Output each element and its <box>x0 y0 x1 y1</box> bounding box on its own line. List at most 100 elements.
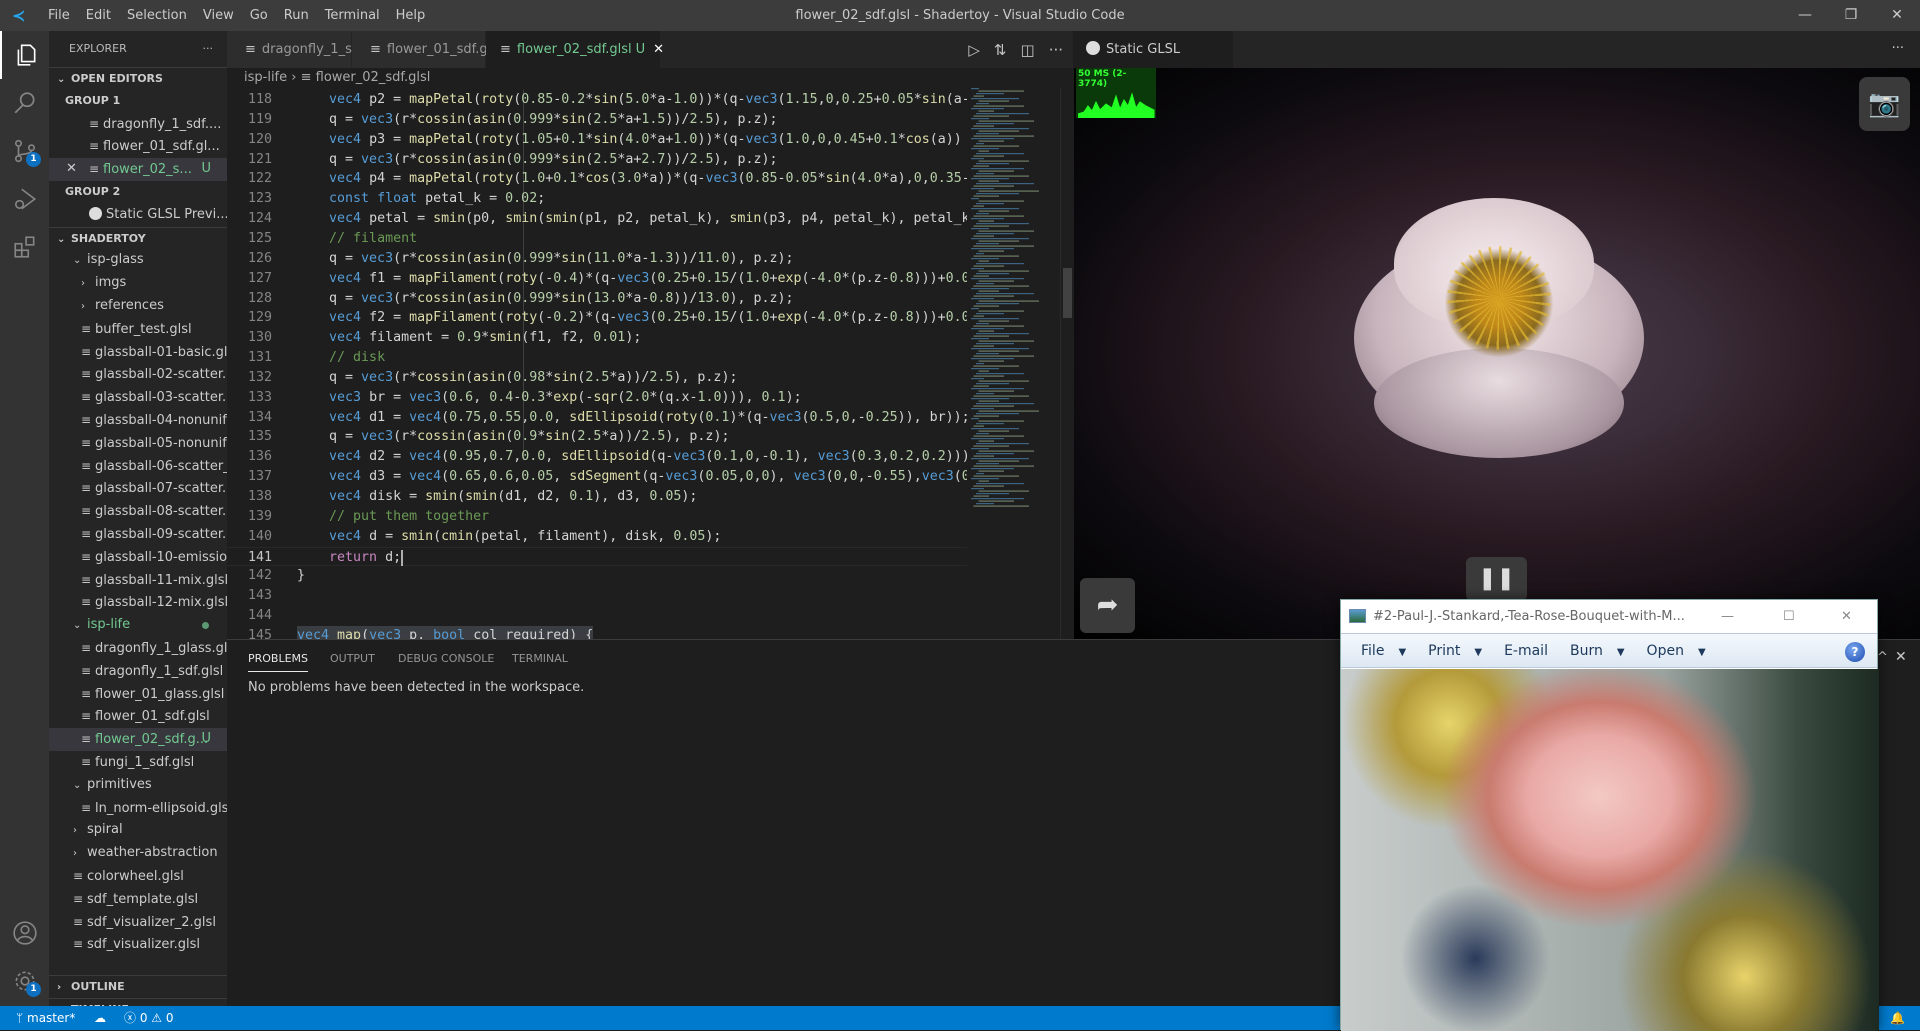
photo-maximize-button[interactable]: ☐ <box>1783 600 1795 633</box>
source-control-icon[interactable]: 1 <box>0 127 49 175</box>
menu-go[interactable]: Go <box>242 8 276 23</box>
breadcrumb-file[interactable]: flower_02_sdf.glsl <box>316 70 431 85</box>
close-tab-icon[interactable]: ✕ <box>653 42 664 57</box>
tab-dragonfly-1-sdf-glsl[interactable]: ≡ dragonfly_1_sdf.glsl <box>227 31 390 68</box>
tree-item[interactable]: ≡ flower_01_sdf.glsl <box>49 705 227 728</box>
tree-item[interactable]: ≡ glassball-05-nonunif... <box>49 432 227 455</box>
menu-run[interactable]: Run <box>276 8 317 23</box>
tree-item[interactable]: ≡ ln_norm-ellipsoid.glsl <box>49 797 227 820</box>
tree-item[interactable]: ≡ flower_01_sdf.gl... <box>49 135 227 158</box>
more-actions-icon[interactable]: ··· <box>1049 41 1063 59</box>
tree-item[interactable]: › OUTLINE <box>49 975 227 998</box>
tree-item[interactable]: ≡glassball-06-scatter_... <box>49 455 227 478</box>
tree-item[interactable]: ≡ dragonfly_1_sdf.glsl <box>49 660 227 683</box>
tree-item[interactable]: ≡ dragonfly_1_sdf.... <box>49 113 227 136</box>
menu-help[interactable]: Help <box>388 8 434 23</box>
tree-item[interactable]: ›TIMELINE <box>49 998 227 1006</box>
tab-flower-01-sdf-glsl[interactable]: ≡ flower_01_sdf.glsl <box>352 31 502 68</box>
search-icon[interactable] <box>0 79 49 127</box>
tree-item[interactable]: ≡ glassball-09-scatter.... <box>49 523 227 546</box>
tree-item[interactable]: ⌄ isp-glass <box>49 249 227 272</box>
preview-more-button[interactable]: ··· <box>1892 41 1904 56</box>
panel-tab-output[interactable]: OUTPUT <box>330 652 375 665</box>
photo-toolbar-email[interactable]: E-mail <box>1504 643 1548 659</box>
help-icon[interactable]: ? <box>1845 642 1865 662</box>
tree-item[interactable]: ≡ glassball-08-scatter.... <box>49 500 227 523</box>
tree-item[interactable]: › references <box>49 295 227 318</box>
notifications-bell-icon[interactable]: 🔔 <box>1890 1006 1905 1030</box>
code-editor[interactable]: 118 vec4 p2 = mapPetal(roty(0.85-0.2*sin… <box>227 90 967 639</box>
sync-cloud-icon[interactable]: ☁ <box>94 1006 106 1030</box>
tree-item[interactable]: ≡ sdf_template.glsl <box>49 888 227 911</box>
settings-gear-icon[interactable]: 1 <box>0 957 49 1005</box>
tree-item[interactable]: ≡ dragonfly_1_glass.glsl <box>49 637 227 660</box>
share-button[interactable]: ➦ <box>1080 578 1135 633</box>
photo-toolbar-open[interactable]: Open ▼ <box>1647 643 1706 659</box>
photo-toolbar-file[interactable]: File ▼ <box>1361 643 1406 659</box>
tree-item[interactable]: ⌄ isp-life <box>49 614 227 637</box>
editor-scrollbar[interactable] <box>1060 88 1073 639</box>
menu-selection[interactable]: Selection <box>119 8 195 23</box>
panel-tab-problems[interactable]: PROBLEMS <box>248 652 309 672</box>
tree-item[interactable]: ≡ glassball-07-scatter.... <box>49 477 227 500</box>
tree-item[interactable]: ≡ glassball-02-scatter.... <box>49 363 227 386</box>
tree-item[interactable]: › imgs <box>49 272 227 295</box>
run-debug-icon[interactable] <box>0 175 49 223</box>
menu-edit[interactable]: Edit <box>78 8 119 23</box>
tree-item[interactable]: ≡ glassball-12-mix.glsl <box>49 591 227 614</box>
problems-status[interactable]: ⓧ 0 ⚠ 0 <box>124 1006 174 1030</box>
minimap-line <box>973 455 994 457</box>
tree-item[interactable]: ⌄ OPEN EDITORS <box>49 67 227 90</box>
panel-tab-debug-console[interactable]: DEBUG CONSOLE <box>398 652 494 665</box>
tree-item[interactable]: Static GLSL Previ... <box>49 204 227 227</box>
minimap[interactable] <box>967 88 1067 639</box>
photo-toolbar-print[interactable]: Print ▼ <box>1428 643 1482 659</box>
split-editor-icon[interactable]: ◫ <box>1021 41 1035 59</box>
menu-terminal[interactable]: Terminal <box>317 8 388 23</box>
panel-tab-terminal[interactable]: TERMINAL <box>512 652 568 665</box>
tree-item[interactable]: ≡ colorwheel.glsl <box>49 865 227 888</box>
tree-item[interactable]: ≡ fungi_1_sdf.glsl <box>49 751 227 774</box>
open-changes-icon[interactable]: ⇅ <box>994 41 1007 59</box>
extensions-icon[interactable] <box>0 223 49 271</box>
menu-view[interactable]: View <box>195 8 242 23</box>
restore-button[interactable]: ❐ <box>1828 0 1874 31</box>
breadcrumb-folder[interactable]: isp-life <box>244 70 287 85</box>
tree-item[interactable]: ⌄ primitives <box>49 774 227 797</box>
photo-close-button[interactable]: ✕ <box>1841 600 1852 633</box>
tree-item[interactable]: › spiral <box>49 819 227 842</box>
tree-item[interactable]: GROUP 2 <box>49 181 227 204</box>
tab-flower-02-sdf-glsl[interactable]: ≡ flower_02_sdf.glsl U ✕ <box>486 31 664 68</box>
accounts-icon[interactable] <box>0 909 49 957</box>
tree-item[interactable]: ≡ flower_02_sdf.g... U <box>49 728 227 751</box>
minimize-button[interactable]: — <box>1782 0 1828 31</box>
menu-file[interactable]: File <box>40 8 78 23</box>
tree-item[interactable]: ≡ glassball-10-emissio... <box>49 546 227 569</box>
screenshot-camera-button[interactable]: 📷 <box>1859 77 1910 131</box>
tree-item[interactable]: ≡ glassball-04-nonunif... <box>49 409 227 432</box>
tree-item[interactable]: ≡ glassball-03-scatter.... <box>49 386 227 409</box>
tree-item[interactable]: GROUP 1 <box>49 90 227 113</box>
tree-item[interactable]: › weather-abstraction <box>49 842 227 865</box>
tree-item[interactable]: ≡ flower_01_glass.glsl <box>49 683 227 706</box>
photo-toolbar-burn[interactable]: Burn ▼ <box>1570 643 1625 659</box>
explorer-icon[interactable] <box>0 31 49 79</box>
close-window-button[interactable]: ✕ <box>1874 0 1920 31</box>
tree-item[interactable]: ≡ glassball-01-basic.glsl <box>49 341 227 364</box>
photo-minimize-button[interactable]: — <box>1721 600 1734 633</box>
shader-preview-canvas[interactable]: 50 MS (2-3774) 📷 ❚❚ ➦ <box>1074 68 1920 639</box>
tree-item[interactable]: ⌄ SHADERTOY <box>49 226 227 250</box>
tree-item[interactable]: ≡ sdf_visualizer.glsl <box>49 933 227 956</box>
tree-item[interactable]: ✕ ≡ flower_02_s... U <box>49 158 227 181</box>
tree-item[interactable]: ≡ sdf_visualizer_2.glsl <box>49 911 227 934</box>
tree-item[interactable]: ≡ glassball-11-mix.glsl <box>49 569 227 592</box>
pause-button[interactable]: ❚❚ <box>1466 557 1527 601</box>
explorer-more-button[interactable]: ··· <box>203 31 214 67</box>
close-editor-icon[interactable]: ✕ <box>66 158 77 181</box>
close-panel-icon[interactable]: ✕ <box>1895 649 1907 665</box>
branch-status[interactable]: ᛘ master* <box>16 1006 75 1030</box>
tree-item[interactable]: ≡ buffer_test.glsl <box>49 318 227 341</box>
tab-static-glsl-preview[interactable]: Static GLSL Preview ✕ <box>1074 31 1234 94</box>
run-icon[interactable]: ▷ <box>968 41 980 59</box>
maximize-panel-icon[interactable]: ^ <box>1877 650 1888 665</box>
